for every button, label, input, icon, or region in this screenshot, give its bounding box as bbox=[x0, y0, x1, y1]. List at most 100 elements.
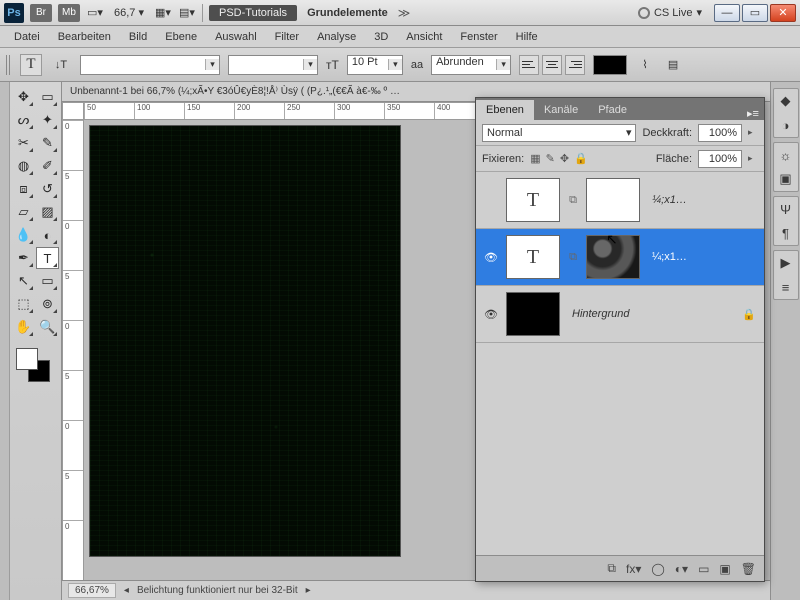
lasso-tool[interactable]: ᔕ bbox=[12, 109, 35, 131]
text-orientation-icon[interactable]: ↓T bbox=[50, 54, 72, 76]
font-size-dropdown[interactable]: 10 Pt▾ bbox=[347, 55, 403, 75]
tab-pfade[interactable]: Pfade bbox=[588, 100, 637, 120]
lock-position-icon[interactable]: ✥ bbox=[560, 152, 569, 165]
link-layers-icon[interactable]: ⧉ bbox=[607, 561, 616, 576]
masks-panel-icon[interactable]: ▣ bbox=[777, 170, 795, 188]
layer-fx-icon[interactable]: fx▾ bbox=[626, 562, 641, 576]
workspace-more-icon[interactable]: ≫ bbox=[398, 6, 411, 20]
maximize-button[interactable]: ▭ bbox=[742, 4, 768, 22]
menu-analyse[interactable]: Analyse bbox=[309, 28, 364, 46]
layer-name[interactable]: ¼;x1… bbox=[646, 194, 758, 206]
align-right-button[interactable] bbox=[565, 55, 585, 75]
menu-ebene[interactable]: Ebene bbox=[157, 28, 205, 46]
zoom-tool[interactable]: 🔍 bbox=[36, 316, 59, 338]
clone-stamp-tool[interactable]: ⧈ bbox=[12, 178, 35, 200]
vertical-ruler[interactable]: 050505050 bbox=[62, 120, 84, 580]
layer-thumbnail[interactable]: T bbox=[506, 235, 560, 279]
opacity-input[interactable]: 100% bbox=[698, 124, 742, 142]
menu-auswahl[interactable]: Auswahl bbox=[207, 28, 265, 46]
text-tool-indicator[interactable]: T bbox=[20, 54, 42, 76]
status-info-prev-icon[interactable]: ◂ bbox=[124, 585, 129, 596]
pen-tool[interactable]: ✒ bbox=[12, 247, 35, 269]
warp-text-icon[interactable]: ⌇ bbox=[635, 55, 655, 75]
menu-datei[interactable]: Datei bbox=[6, 28, 48, 46]
new-group-icon[interactable]: ▭ bbox=[698, 562, 709, 576]
workspace-switcher[interactable]: PSD-Tutorials bbox=[209, 5, 297, 21]
minibridge-button[interactable]: Mb bbox=[58, 4, 80, 22]
blur-tool[interactable]: 💧 bbox=[12, 224, 35, 246]
menu-3d[interactable]: 3D bbox=[366, 28, 396, 46]
layer-name[interactable]: ¼;x1… bbox=[646, 251, 758, 263]
history-brush-tool[interactable]: ↺ bbox=[36, 178, 59, 200]
document-canvas[interactable] bbox=[90, 126, 400, 556]
close-button[interactable]: ✕ bbox=[770, 4, 796, 22]
extras-icon[interactable]: ▤▾ bbox=[178, 4, 196, 22]
menu-hilfe[interactable]: Hilfe bbox=[508, 28, 546, 46]
fill-input[interactable]: 100% bbox=[698, 150, 742, 168]
font-style-dropdown[interactable]: ▾ bbox=[228, 55, 318, 75]
healing-brush-tool[interactable]: ◍ bbox=[12, 155, 35, 177]
foreground-color-swatch[interactable] bbox=[16, 348, 38, 370]
character-panel-icon[interactable]: ▤ bbox=[663, 55, 683, 75]
layer-row[interactable]: 👁 T ⧉ ¼;x1… bbox=[476, 229, 764, 286]
actions-panel-icon[interactable]: ≡ bbox=[777, 278, 795, 296]
hand-tool[interactable]: ✋ bbox=[12, 316, 35, 338]
fill-slider-icon[interactable]: ▸ bbox=[748, 153, 758, 164]
menu-filter[interactable]: Filter bbox=[267, 28, 307, 46]
horizontal-ruler[interactable]: 50100150200250300350400450 bbox=[84, 102, 534, 120]
layer-thumbnail[interactable] bbox=[506, 292, 560, 336]
new-layer-icon[interactable]: ▣ bbox=[719, 562, 730, 576]
foreground-background-colors[interactable] bbox=[12, 344, 59, 386]
workspace-label[interactable]: Grundelemente bbox=[303, 7, 392, 19]
zoom-level-display[interactable]: 66,7 ▾ bbox=[110, 6, 148, 19]
type-tool[interactable]: T bbox=[36, 247, 59, 269]
bridge-button[interactable]: Br bbox=[30, 4, 52, 22]
visibility-toggle[interactable]: 👁 bbox=[482, 305, 500, 323]
options-grip-icon[interactable] bbox=[6, 55, 12, 75]
character-panel-icon[interactable]: Ψ bbox=[777, 200, 795, 218]
font-family-dropdown[interactable]: ▾ bbox=[80, 55, 220, 75]
move-tool[interactable]: ✥ bbox=[12, 86, 35, 108]
menu-ansicht[interactable]: Ansicht bbox=[398, 28, 450, 46]
layer-mask-thumbnail[interactable] bbox=[586, 178, 640, 222]
delete-layer-icon[interactable]: 🗑 bbox=[741, 562, 756, 576]
visibility-toggle[interactable] bbox=[482, 191, 500, 209]
panel-menu-icon[interactable]: ▸≡ bbox=[742, 107, 764, 120]
paragraph-panel-icon[interactable]: ¶ bbox=[777, 224, 795, 242]
3d-camera-tool[interactable]: ⊚ bbox=[36, 293, 59, 315]
dodge-tool[interactable]: ◐ bbox=[36, 224, 59, 246]
left-collapse-strip[interactable] bbox=[0, 82, 10, 600]
opacity-slider-icon[interactable]: ▸ bbox=[748, 127, 758, 138]
photoshop-logo-icon[interactable]: Ps bbox=[4, 3, 24, 23]
3d-tool[interactable]: ⬚ bbox=[12, 293, 35, 315]
history-panel-icon[interactable]: ▶ bbox=[777, 254, 795, 272]
align-left-button[interactable] bbox=[519, 55, 539, 75]
text-color-swatch[interactable] bbox=[593, 55, 627, 75]
layer-mask-thumbnail[interactable] bbox=[586, 235, 640, 279]
brush-tool[interactable]: ✐ bbox=[36, 155, 59, 177]
cs-live-button[interactable]: CS Live ▾ bbox=[638, 6, 702, 19]
status-info-next-icon[interactable]: ▸ bbox=[306, 585, 311, 596]
link-icon[interactable]: ⧉ bbox=[566, 251, 580, 264]
crop-tool[interactable]: ✂ bbox=[12, 132, 35, 154]
minimize-button[interactable]: — bbox=[714, 4, 740, 22]
path-selection-tool[interactable]: ↖ bbox=[12, 270, 35, 292]
ruler-origin[interactable] bbox=[62, 102, 84, 120]
adjustments-panel-icon[interactable]: ☼ bbox=[777, 146, 795, 164]
layer-row[interactable]: 👁 Hintergrund 🔒 bbox=[476, 286, 764, 343]
lock-transparency-icon[interactable]: ▦ bbox=[530, 152, 540, 165]
add-mask-icon[interactable]: ◯ bbox=[651, 562, 664, 576]
gradient-tool[interactable]: ▨ bbox=[36, 201, 59, 223]
menu-bild[interactable]: Bild bbox=[121, 28, 155, 46]
link-icon[interactable]: ⧉ bbox=[566, 194, 580, 207]
tab-ebenen[interactable]: Ebenen bbox=[476, 100, 534, 120]
screen-mode-icon[interactable]: ▭▾ bbox=[86, 4, 104, 22]
layer-name[interactable]: Hintergrund bbox=[566, 308, 736, 320]
layers-panel[interactable]: Ebenen Kanäle Pfade ▸≡ Normal▾ Deckkraft… bbox=[475, 97, 765, 582]
layer-thumbnail[interactable]: T bbox=[506, 178, 560, 222]
arrange-documents-icon[interactable]: ▦▾ bbox=[154, 4, 172, 22]
magic-wand-tool[interactable]: ✦ bbox=[36, 109, 59, 131]
visibility-toggle[interactable]: 👁 bbox=[482, 248, 500, 266]
lock-all-icon[interactable]: 🔒 bbox=[574, 152, 588, 165]
adjustment-layer-icon[interactable]: ◐▾ bbox=[675, 562, 688, 576]
